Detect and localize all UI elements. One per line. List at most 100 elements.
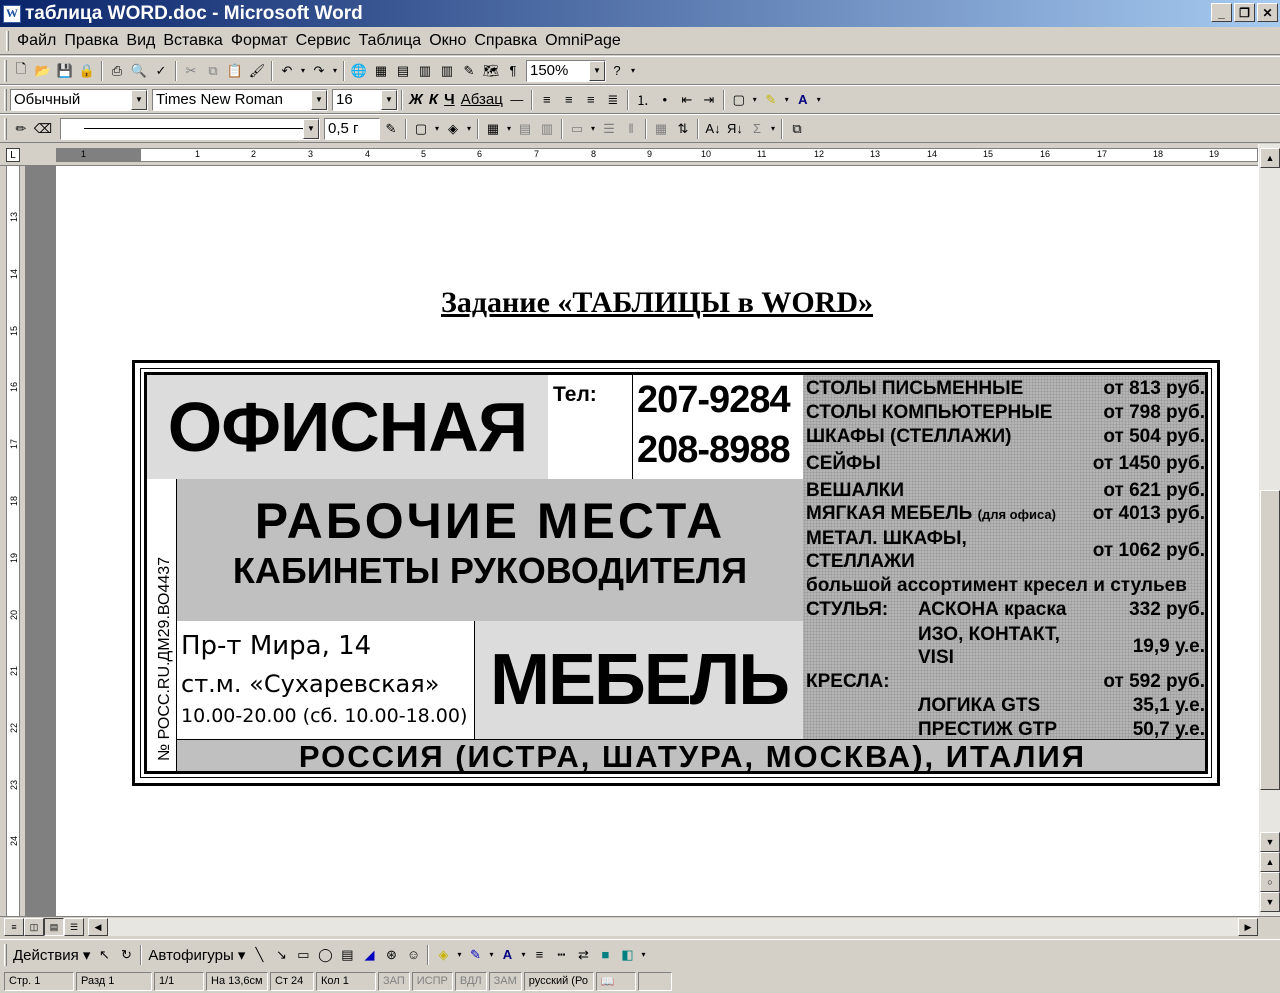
open-icon[interactable]: 📂 [32,60,54,82]
scroll-thumb[interactable] [1260,490,1280,790]
dropdown-arrow-icon[interactable]: ▾ [330,60,340,82]
eraser-icon[interactable]: ⌫ [32,118,54,140]
border-color-icon[interactable]: ✎ [380,118,402,140]
paste-icon[interactable]: 📋 [224,60,246,82]
underline-button[interactable]: Ч [441,89,458,111]
draw-table-pencil-icon[interactable]: ✏ [10,118,32,140]
menu-grip[interactable] [6,30,9,51]
toolbar-grip[interactable] [4,943,7,966]
font-select[interactable]: Times New Roman ▼ [152,88,328,111]
justify-icon[interactable]: ≣ [602,89,624,111]
menu-help[interactable]: Справка [470,32,541,50]
dropdown-arrow-icon[interactable]: ▾ [486,944,496,966]
highlight-icon[interactable]: ✎ [760,89,782,111]
show-hide-icon[interactable]: ¶ [502,60,524,82]
distribute-columns-icon[interactable]: ‖ [620,118,642,140]
status-section[interactable]: Разд 1 [76,971,152,991]
italic-button[interactable]: К [426,89,441,111]
paragraph-button[interactable]: Абзац [458,89,506,111]
font-color-icon[interactable]: A [496,944,518,966]
insert-excel-icon[interactable]: ▥ [414,60,436,82]
ad-cell-mebel[interactable]: МЕБЕЛЬ [475,621,803,739]
redo-icon[interactable]: ↷ [308,60,330,82]
dropdown-arrow-icon[interactable]: ▾ [298,60,308,82]
print-layout-icon[interactable]: ▤ [44,918,64,936]
dropdown-arrow-icon[interactable]: ▾ [432,118,442,140]
status-overtype[interactable]: ЗАМ [488,971,522,991]
toolbar-grip[interactable] [4,88,7,111]
font-color-icon[interactable]: A [792,89,814,111]
toolbar-grip[interactable] [4,117,7,140]
fill-color-icon[interactable]: ◈ [432,944,454,966]
status-language[interactable]: русский (Ро [523,971,594,991]
dropdown-arrow-icon[interactable]: ▾ [768,118,778,140]
dropdown-arrow-icon[interactable]: ▾ [814,89,824,111]
ad-cell-countries[interactable]: РОССИЯ (ИСТРА, ШАТУРА, МОСКВА), ИТАЛИЯ [177,739,1205,771]
chevron-down-icon[interactable]: ▼ [303,118,319,139]
new-document-icon[interactable]: 🗋 [10,60,32,82]
toolbar-options-icon[interactable]: ▾ [638,944,648,966]
sort-descending-icon[interactable]: Я↓ [724,118,746,140]
menu-table[interactable]: Таблица [354,32,425,50]
autosum-icon[interactable]: Σ [746,118,768,140]
outline-view-icon[interactable]: ☰ [64,918,84,936]
word-app-icon[interactable]: W [3,4,21,23]
spelling-status-icon[interactable]: 📖 [595,971,636,991]
menu-insert[interactable]: Вставка [159,32,226,50]
outside-border-icon[interactable]: ▢ [410,118,432,140]
line-weight-select[interactable]: 0,5 г [324,117,380,140]
insert-table-icon[interactable]: ▤ [392,60,414,82]
ad-cell-phones[interactable]: 207-9284 208-8988 [633,375,803,479]
chevron-down-icon[interactable]: ▼ [381,89,397,110]
diagram-icon[interactable]: ⊛ [380,944,402,966]
align-right-icon[interactable]: ≡ [580,89,602,111]
line-icon[interactable]: ╲ [248,944,270,966]
web-view-icon[interactable]: ◫ [24,918,44,936]
menu-file[interactable]: Файл [13,32,60,50]
close-button[interactable]: ✕ [1257,3,1278,22]
chevron-down-icon[interactable]: ▼ [311,89,327,110]
sort-ascending-icon[interactable]: A↓ [702,118,724,140]
numbering-icon[interactable]: ⒈ [632,89,654,111]
hyperlink-icon[interactable]: 🌐 [348,60,370,82]
restore-button[interactable]: ❐ [1234,3,1255,22]
normal-view-icon[interactable]: ≡ [4,918,24,936]
horizontal-scroll-track[interactable]: ◀ ▶ [88,918,1258,936]
align-left-icon[interactable]: ≡ [536,89,558,111]
dash-style-icon[interactable]: ┅ [550,944,572,966]
ad-cell-price-list[interactable]: СТОЛЫ ПИСЬМЕННЫЕ от 813 руб. СТОЛЫ КОМПЬЮ… [803,375,1205,740]
bullets-icon[interactable]: • [654,89,676,111]
chevron-down-icon[interactable]: ▼ [589,60,605,81]
menu-tools[interactable]: Сервис [292,32,355,50]
ad-cell-certificate[interactable]: № РОСС.RU.ДМ29.ВО4437 [147,479,177,771]
clip-art-icon[interactable]: ☺ [402,944,424,966]
menu-format[interactable]: Формат [227,32,292,50]
document-page[interactable]: Задание «ТАБЛИЦЫ в WORD» ОФИСНАЯ Тел: 20… [56,166,1258,916]
tables-borders-icon[interactable]: ▦ [370,60,392,82]
horizontal-ruler[interactable]: L 1 1 2 3 4 5 6 7 8 9 10 11 12 13 14 15 … [0,144,1280,166]
print-preview-icon[interactable]: 🔍 [128,60,150,82]
ad-cell-tel[interactable]: Тел: [549,375,633,479]
ad-cell-address[interactable]: Пр-т Мира, 14 ст.м. «Сухаревская» 10.00-… [177,621,475,739]
shading-color-icon[interactable]: ◈ [442,118,464,140]
vertical-scrollbar[interactable]: ▲ ▼ ▲ ○ ▼ [1258,144,1280,916]
status-page[interactable]: Стр. 1 [4,971,74,991]
status-extend[interactable]: ВДЛ [454,971,487,991]
font-size-select[interactable]: 16 ▼ [332,88,398,111]
columns-icon[interactable]: ▥ [436,60,458,82]
3d-style-icon[interactable]: ◧ [616,944,638,966]
insert-table-icon[interactable]: ▦ [482,118,504,140]
spelling-icon[interactable]: ✓ [150,60,172,82]
scroll-up-icon[interactable]: ▲ [1260,148,1280,168]
menu-edit[interactable]: Правка [60,32,122,50]
status-record[interactable]: ЗАП [378,971,410,991]
undo-icon[interactable]: ↶ [276,60,298,82]
increase-indent-icon[interactable]: ⇥ [698,89,720,111]
menu-omnipage[interactable]: OmniPage [541,32,625,50]
cut-icon[interactable]: ✂ [180,60,202,82]
select-objects-icon[interactable]: ↖ [93,944,115,966]
style-select[interactable]: Обычный ▼ [10,88,148,111]
next-page-icon[interactable]: ▼ [1260,892,1280,912]
menu-window[interactable]: Окно [425,32,470,50]
chevron-down-icon[interactable]: ▼ [131,89,147,110]
